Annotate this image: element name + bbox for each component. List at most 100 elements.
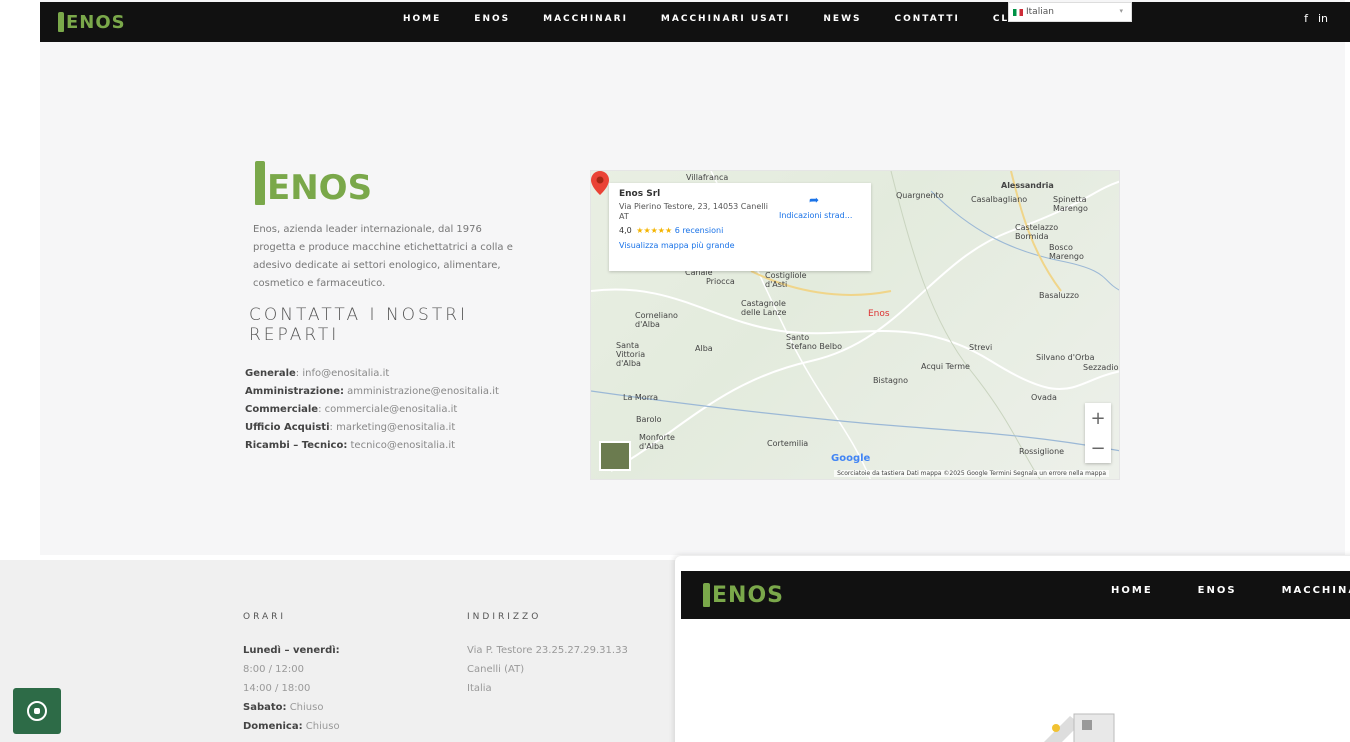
pin-label: Enos — [868, 309, 890, 319]
zoom-controls: + − — [1085, 403, 1111, 463]
nav-macchinari[interactable]: MACCHINARI — [543, 14, 628, 24]
page: ENOS HOME ENOS MACCHINARI MACCHINARI USA… — [0, 0, 1350, 742]
main-nav: HOME ENOS MACCHINARI MACCHINARI USATI NE… — [403, 14, 1079, 24]
email-link[interactable]: amministrazione@enositalia.it — [347, 386, 499, 397]
overlay-nav: HOME ENOS MACCHINARI — [1111, 585, 1350, 596]
email-link[interactable]: commerciale@enositalia.it — [325, 404, 458, 415]
contact-line: Ufficio Acquisti: marketing@enositalia.i… — [245, 422, 456, 433]
overlay-navbar: ENOS HOME ENOS MACCHINARI — [681, 571, 1350, 619]
map-town-label: Acqui Terme — [921, 362, 970, 371]
contact-line: Amministrazione: amministrazione@enosita… — [245, 386, 499, 397]
map-town-label: Sezzadio — [1083, 363, 1119, 372]
logo-bottle-icon — [703, 583, 710, 607]
google-logo: Google — [831, 453, 871, 464]
address-line: Canelli (AT) — [467, 664, 525, 675]
zoom-out-button[interactable]: − — [1085, 433, 1111, 463]
map-town-label: Castelazzo Bormida — [1015, 223, 1059, 241]
map-town-label: Alba — [695, 344, 713, 353]
nav-macchinari-usati[interactable]: MACCHINARI USATI — [661, 14, 790, 24]
map-town-label: Basaluzzo — [1039, 291, 1080, 300]
map-town-label: Castagnole delle Lanze — [741, 299, 787, 317]
map-town-label: Priocca — [706, 277, 735, 286]
email-link[interactable]: marketing@enositalia.it — [336, 422, 455, 433]
zoom-in-button[interactable]: + — [1085, 403, 1111, 433]
satellite-toggle[interactable] — [599, 441, 631, 471]
map-town-label: Santo Stefano Belbo — [786, 333, 842, 351]
map-town-label: Rossiglione — [1019, 447, 1065, 456]
nav-enos[interactable]: ENOS — [474, 14, 510, 24]
address-block: INDIRIZZO Via P. Testore 23.25.27.29.31.… — [467, 608, 628, 698]
star-icon: ★★★★★ — [636, 226, 673, 235]
nav-home[interactable]: HOME — [403, 14, 441, 24]
map-attribution[interactable]: Scorciatoie da tastiera Dati mappa ©2025… — [834, 470, 1109, 477]
email-link[interactable]: tecnico@enositalia.it — [351, 440, 456, 451]
hours-line: 8:00 / 12:00 — [243, 664, 305, 675]
map-town-label: Casalbagliano — [971, 195, 1028, 204]
language-select[interactable]: Italian ▾ — [1008, 2, 1132, 22]
map-town-label: Alessandria — [1001, 181, 1054, 190]
place-name: Enos Srl — [619, 189, 661, 199]
hours-line: Lunedì – venerdì: — [243, 645, 340, 656]
contact-line: Commerciale: commerciale@enositalia.it — [245, 404, 458, 415]
nav-contatti[interactable]: CONTATTI — [894, 14, 959, 24]
contact-line: Generale: info@enositalia.it — [245, 368, 390, 379]
address-line: Italia — [467, 683, 492, 694]
map-town-label: Monforte d'Alba — [639, 433, 675, 451]
logo-text: ENOS — [267, 168, 373, 208]
map-town-label: Cortemilia — [767, 439, 809, 448]
contact-title: CONTATTA I NOSTRI REPARTI — [249, 305, 469, 345]
map-town-label: Strevi — [969, 343, 993, 352]
map-town-label: Villafranca — [686, 173, 729, 182]
map-town-label: La Morra — [623, 393, 659, 402]
logo[interactable]: ENOS — [58, 8, 126, 36]
map-town-label: Bistagno — [873, 376, 908, 385]
place-rating: 4,0 ★★★★★ 6 recensioni — [619, 226, 861, 235]
map-town-label: Costigliole d'Asti — [765, 271, 807, 289]
nav-news[interactable]: NEWS — [823, 14, 861, 24]
logo-bottle-icon — [255, 161, 265, 205]
hours-line: 14:00 / 18:00 — [243, 683, 311, 694]
hours-line: Sabato: Chiuso — [243, 702, 324, 713]
directions-icon[interactable]: ➦ — [809, 193, 819, 207]
overlay-nav-home[interactable]: HOME — [1111, 585, 1153, 596]
department-contacts: Generale: info@enositalia.it Amministraz… — [245, 365, 545, 455]
contact-line: Ricambi – Tecnico: tecnico@enositalia.it — [245, 440, 456, 451]
map-town-label: Corneliano d'Alba — [635, 311, 678, 329]
opening-hours: ORARI Lunedì – venerdì: 8:00 / 12:00 14:… — [243, 608, 340, 736]
logo-bottle-icon — [58, 12, 64, 32]
map-town-label: Bosco Marengo — [1049, 243, 1084, 261]
map-pin-icon[interactable] — [591, 171, 609, 195]
map-town-label: Ovada — [1031, 393, 1057, 402]
whatsapp-button[interactable] — [13, 688, 61, 734]
map-town-label: Barolo — [636, 415, 662, 424]
map-town-label: Spinetta Marengo — [1053, 195, 1088, 213]
reviews-link[interactable]: 6 recensioni — [675, 226, 724, 235]
chevron-down-icon: ▾ — [1119, 7, 1123, 15]
overlay-nav-macchinari[interactable]: MACCHINARI — [1282, 585, 1350, 596]
directions-link[interactable]: Indicazioni strad... — [779, 211, 852, 220]
address-title: INDIRIZZO — [467, 612, 542, 622]
whatsapp-icon — [27, 701, 47, 721]
google-map[interactable]: Villafranca Quargnento Alessandria Casal… — [590, 170, 1120, 480]
logo-text: ENOS — [712, 582, 784, 608]
place-info-card: Enos Srl Via Pierino Testore, 23, 14053 … — [609, 183, 871, 271]
map-town-label: Santa Vittoria d'Alba — [616, 341, 646, 368]
contact-section: ENOS Enos, azienda leader internazionale… — [245, 150, 545, 455]
map-town-label: Silvano d'Orba — [1036, 353, 1095, 362]
hours-title: ORARI — [243, 612, 287, 622]
map-town-label: Quargnento — [896, 191, 944, 200]
overlay-logo[interactable]: ENOS — [703, 581, 784, 609]
overlay-nav-enos[interactable]: ENOS — [1198, 585, 1237, 596]
hours-line: Domenica: Chiuso — [243, 721, 340, 732]
contact-logo: ENOS — [255, 150, 545, 205]
place-address: Via Pierino Testore, 23, 14053 Canelli A… — [619, 202, 768, 221]
email-link[interactable]: info@enositalia.it — [302, 368, 389, 379]
company-intro: Enos, azienda leader internazionale, dal… — [253, 224, 513, 289]
social-links: f in — [1304, 12, 1328, 25]
labeling-machine-image — [1044, 713, 1115, 742]
instagram-icon[interactable]: in — [1318, 12, 1328, 25]
address-line: Via P. Testore 23.25.27.29.31.33 — [467, 645, 628, 656]
logo-text: ENOS — [66, 11, 126, 33]
facebook-icon[interactable]: f — [1304, 12, 1308, 25]
view-larger-map-link[interactable]: Visualizza mappa più grande — [619, 241, 861, 250]
